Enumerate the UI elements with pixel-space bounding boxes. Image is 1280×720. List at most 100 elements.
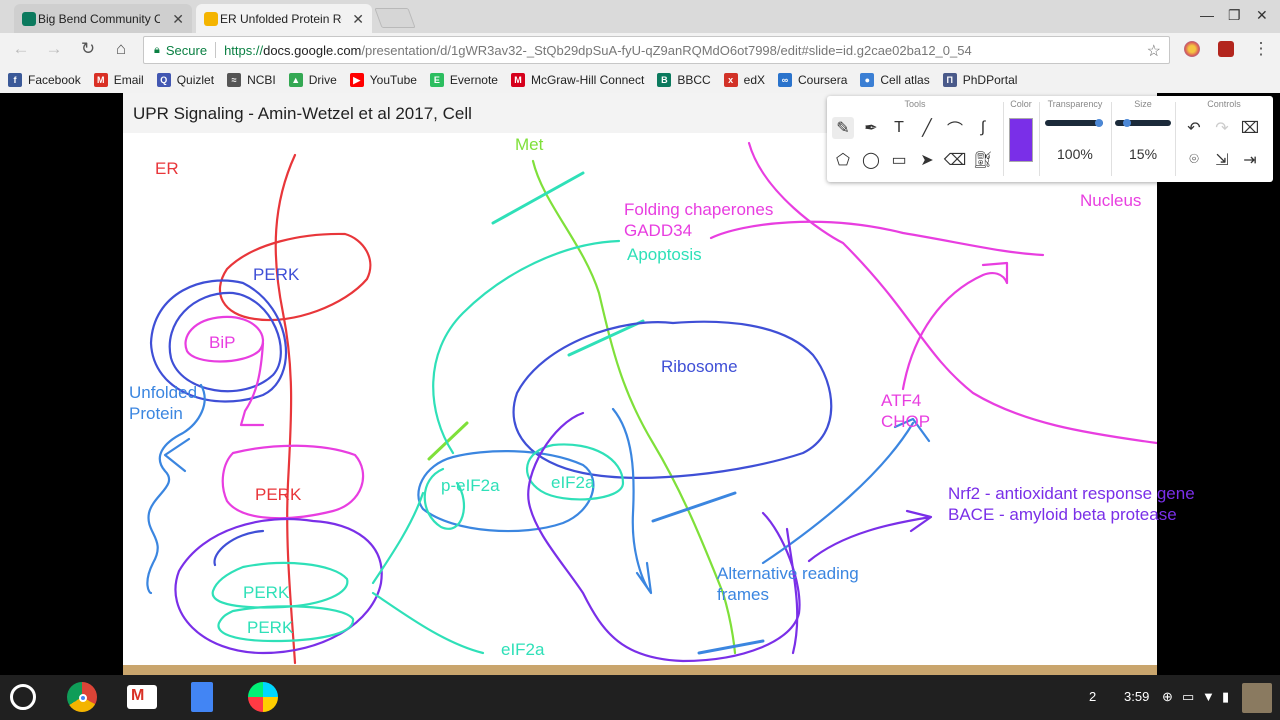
marker-icon[interactable]: ✒ xyxy=(860,117,882,139)
screen-icon: ▭ xyxy=(1182,689,1195,704)
mcgraw-hill-icon: M xyxy=(510,73,525,87)
launcher-icon[interactable] xyxy=(10,684,36,710)
clear-icon[interactable]: ⌧ xyxy=(1239,117,1261,139)
maximize-icon[interactable]: ❐ xyxy=(1228,7,1241,24)
color-header: Color xyxy=(1010,99,1032,109)
panel-divider xyxy=(1175,102,1176,176)
chop-label: CHOP xyxy=(881,412,931,431)
undo-icon[interactable]: ↶ xyxy=(1183,117,1205,139)
transparency-slider-knob[interactable] xyxy=(1095,119,1103,127)
os-shelf: M 2 3:59 ⊕ ▭ ▼ ▮ xyxy=(0,675,1280,720)
tab-big-bend[interactable]: Big Bend Community Co ✕ xyxy=(14,4,192,33)
close-tab-icon[interactable]: ✕ xyxy=(352,11,364,28)
close-tab-icon[interactable]: ✕ xyxy=(172,11,184,28)
lock-icon: 🔒︎ xyxy=(154,43,160,56)
palette-extension-icon[interactable] xyxy=(1184,41,1200,57)
bookmark-evernote[interactable]: E Evernote xyxy=(429,73,498,87)
bookmark-phdportal[interactable]: Π PhDPortal xyxy=(942,73,1018,87)
bookmarks-bar: f Facebook M Email Q Quizlet ≈ NCBI ▲ Drive ▶ YouTu… xyxy=(0,67,1280,93)
eif2a-ribosome-label: eIF2a xyxy=(551,473,595,492)
chrome-icon-center xyxy=(79,694,87,702)
address-bar[interactable]: 🔒︎ Secure https:// docs.google.com /pres… xyxy=(143,36,1170,64)
bookmark-cell-atlas[interactable]: ● Cell atlas xyxy=(860,73,930,87)
bookmark-ncbi[interactable]: ≈ NCBI xyxy=(227,73,276,87)
bookmark-label: Email xyxy=(113,73,144,87)
bookmark-quizlet[interactable]: Q Quizlet xyxy=(156,73,215,87)
bookmark-edx[interactable]: x edX xyxy=(723,73,765,87)
bookmark-drive[interactable]: ▲ Drive xyxy=(288,73,337,87)
apoptosis-label: Apoptosis xyxy=(627,245,702,264)
perk-low-label-1: PERK xyxy=(243,583,290,602)
bookmark-bbcc[interactable]: B BBCC xyxy=(657,73,711,87)
wifi-icon: ▼ xyxy=(1202,689,1215,704)
tab-er-unfolded[interactable]: ER Unfolded Protein Res ✕ xyxy=(196,4,372,33)
nucleus-top-curve xyxy=(709,220,1045,257)
slide-bottom-border xyxy=(123,665,1157,675)
edx-icon: x xyxy=(723,73,738,87)
perk-mid-label: PERK xyxy=(255,485,302,504)
transparency-value: 100% xyxy=(1057,146,1093,162)
line-icon[interactable]: ╱ xyxy=(916,117,938,139)
bace-label: BACE - amyloid beta protease xyxy=(948,505,1177,524)
freehand-icon[interactable]: ∫ xyxy=(972,117,994,139)
redo-icon[interactable]: ↷ xyxy=(1211,117,1233,139)
bookmark-label: PhDPortal xyxy=(962,73,1018,87)
bookmark-facebook[interactable]: f Facebook xyxy=(8,73,81,87)
bookmark-youtube[interactable]: ▶ YouTube xyxy=(349,73,417,87)
gmail-icon: M xyxy=(93,73,108,87)
play-store-icon[interactable] xyxy=(248,682,278,712)
color-swatch[interactable] xyxy=(1009,118,1033,162)
polygon-icon[interactable]: ⬠ xyxy=(832,149,854,171)
text-icon[interactable]: T xyxy=(888,117,910,139)
facebook-icon: f xyxy=(8,73,22,87)
back-icon[interactable]: ← xyxy=(10,39,32,59)
perk-mid-loop xyxy=(221,444,365,520)
pointer-icon[interactable]: ➤ xyxy=(916,149,938,171)
sync-icon: ⊕ xyxy=(1162,689,1173,704)
fill-bucket-icon[interactable]: ⛽︎ xyxy=(972,149,994,171)
exit-icon[interactable]: ⇥ xyxy=(1239,149,1261,171)
menu-icon[interactable]: ⋮ xyxy=(1250,39,1272,59)
avatar[interactable] xyxy=(1242,683,1272,713)
eif2a-violet-loop xyxy=(527,411,801,663)
starbucks-favicon-icon xyxy=(22,12,36,26)
bookmark-star-icon[interactable]: ☆ xyxy=(1147,41,1161,61)
pencil-icon[interactable]: ✎ xyxy=(832,117,854,139)
protein-label: Protein xyxy=(129,404,183,423)
camera-icon[interactable]: ⌾ xyxy=(1183,149,1205,171)
notification-badge[interactable]: 2 xyxy=(1089,689,1096,704)
er-label: ER xyxy=(155,159,179,178)
eraser-icon[interactable]: ⌫ xyxy=(944,149,967,171)
forward-icon[interactable]: → xyxy=(43,39,65,59)
url-host: docs.google.com xyxy=(263,42,362,58)
bookmark-email[interactable]: M Email xyxy=(93,73,144,87)
reload-icon[interactable]: ↻ xyxy=(77,39,99,59)
bookmark-mcgraw-hill-connect[interactable]: M McGraw-Hill Connect xyxy=(510,73,644,87)
browser-chrome: Big Bend Community Co ✕ ER Unfolded Prot… xyxy=(0,0,1280,93)
controls-header: Controls xyxy=(1207,99,1241,109)
close-window-icon[interactable]: ✕ xyxy=(1256,7,1268,24)
new-tab-button[interactable] xyxy=(374,8,416,28)
bbcc-icon: B xyxy=(657,73,672,87)
clock[interactable]: 3:59 xyxy=(1124,689,1149,704)
rectangle-icon[interactable]: ▭ xyxy=(888,149,910,171)
minimize-icon[interactable]: — xyxy=(1200,7,1214,23)
folding-chaperones-label: Folding chaperones xyxy=(624,200,774,219)
bookmark-coursera[interactable]: ∞ Coursera xyxy=(778,73,847,87)
nrf2-label: Nrf2 - antioxidant response gene xyxy=(948,484,1195,503)
perk-top-label: PERK xyxy=(253,265,300,284)
curve-icon[interactable]: ⌒ xyxy=(944,117,966,139)
ellipse-icon[interactable]: ◯ xyxy=(860,149,882,171)
panel-divider xyxy=(1111,102,1112,176)
docs-icon[interactable] xyxy=(191,682,213,712)
unfolded-label: Unfolded xyxy=(129,383,198,402)
frames-label: frames xyxy=(717,585,769,604)
film-extension-icon[interactable] xyxy=(1218,41,1234,57)
tools-header: Tools xyxy=(904,99,926,109)
ribosome-label: Ribosome xyxy=(661,357,738,376)
home-icon[interactable]: ⌂ xyxy=(110,39,132,59)
tab-title: ER Unfolded Protein Res xyxy=(220,11,342,26)
bookmark-label: Quizlet xyxy=(176,73,215,87)
bookmark-label: Cell atlas xyxy=(880,73,930,87)
minimize-panel-icon[interactable]: ⇲ xyxy=(1211,149,1233,171)
